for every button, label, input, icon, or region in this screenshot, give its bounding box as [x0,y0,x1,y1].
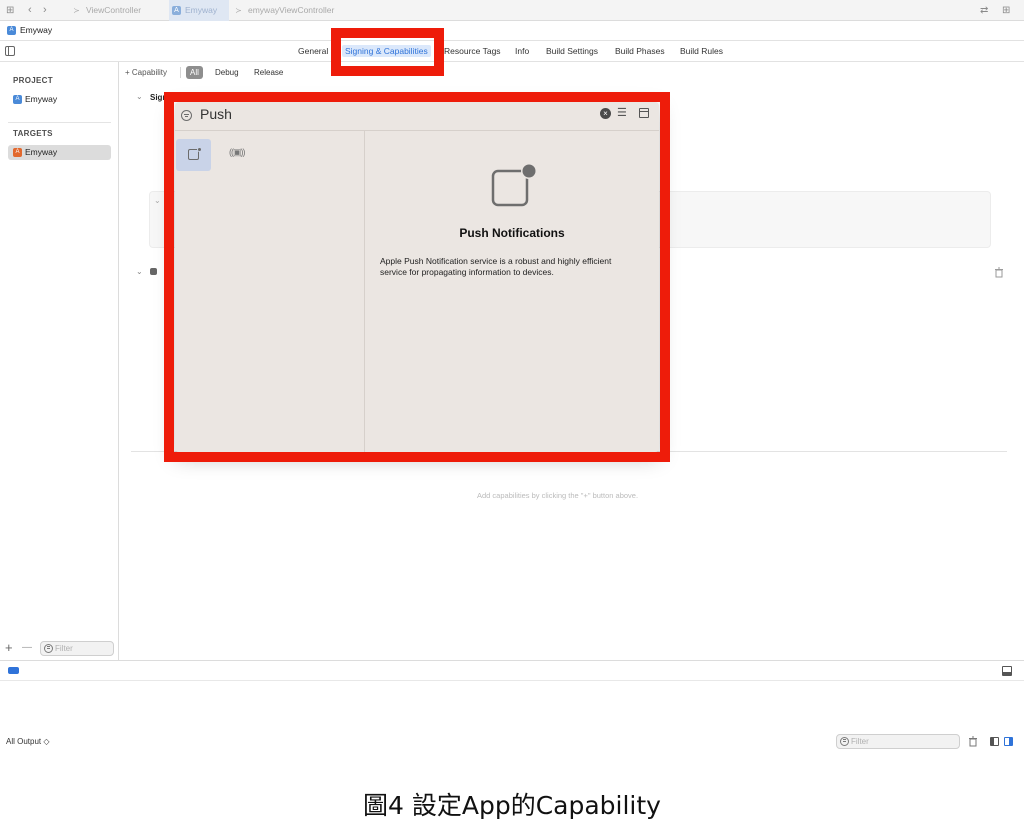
forward-arrow-icon[interactable]: › [43,4,47,17]
config-release[interactable]: Release [250,66,287,79]
add-capability-button[interactable]: + Capability [125,68,167,77]
remove-target-button[interactable]: — [22,641,32,655]
swift-file-icon: ≻ [73,6,80,15]
capability-toolbar: + Capability All Debug Release [119,62,1024,83]
filter-icon [840,737,849,746]
grid-icon[interactable]: ⊞ [6,4,14,17]
window-tab-bar: ⊞ ‹ › ≻ ViewController A Emyway ≻ emyway… [0,0,1024,21]
highlight-box-popup [164,92,670,462]
project-icon: A [13,95,22,104]
debug-indicator-icon[interactable] [8,667,19,674]
trash-icon[interactable] [968,736,978,747]
targets-heading: TARGETS [13,129,53,138]
editor-tabs: General Signing & Capabilities Resource … [0,41,1024,62]
window-tab-emyway[interactable]: A Emyway [169,0,229,21]
swap-arrows-icon[interactable]: ⇄ [980,4,988,17]
window-tab-emywayviewcontroller[interactable]: ≻ emywayViewController [234,0,364,21]
project-icon: A [7,26,16,35]
config-debug[interactable]: Debug [211,66,243,79]
project-heading: PROJECT [13,76,53,85]
jump-bar: A Emyway [0,21,1024,41]
app-target-icon: A [13,148,22,157]
console-filter-input[interactable]: Filter [836,734,960,749]
tab-build-rules[interactable]: Build Rules [680,46,723,56]
xcode-window: ⊞ ‹ › ≻ ViewController A Emyway ≻ emyway… [0,0,1024,756]
trash-icon[interactable] [994,267,1004,278]
swift-file-icon: ≻ [235,6,242,15]
disclosure-chevron-icon[interactable]: ⌄ [154,196,161,205]
tab-build-settings[interactable]: Build Settings [546,46,598,56]
config-all[interactable]: All [186,66,203,79]
disclosure-chevron-icon[interactable]: ⌄ [136,267,143,276]
figure-caption: 圖4 設定App的Capability [363,791,661,820]
filter-icon [44,644,53,653]
project-icon: A [172,6,181,15]
capability-icon [150,268,157,275]
disclosure-chevron-icon[interactable]: ⌄ [136,92,143,101]
tab-general[interactable]: General [298,46,328,56]
tab-info[interactable]: Info [515,46,529,56]
hide-debug-area-icon[interactable] [1002,666,1012,676]
divider [8,122,111,123]
divider [180,67,181,78]
output-selector[interactable]: All Output ◇ [6,737,50,746]
variables-view-icon[interactable] [990,737,999,746]
sidebar-item-target[interactable]: A Emyway [8,145,111,160]
project-sidebar: PROJECT A Emyway TARGETS A Emyway + — Fi… [0,62,119,660]
debug-bar [0,660,1024,681]
path-project[interactable]: Emyway [20,25,52,35]
tab-resource-tags[interactable]: Resource Tags [444,46,501,56]
tab-build-phases[interactable]: Build Phases [615,46,665,56]
console-view-icon[interactable] [1004,737,1013,746]
add-target-button[interactable]: + [5,641,13,655]
back-arrow-icon[interactable]: ‹ [28,4,32,17]
add-editor-icon[interactable]: ⊞ [1002,4,1010,17]
sidebar-toggle-icon[interactable] [5,46,15,56]
highlight-box-tab [331,28,444,76]
sidebar-filter-input[interactable]: Filter [40,641,114,656]
window-tab-viewcontroller[interactable]: ≻ ViewController [72,0,162,21]
empty-capabilities-hint: Add capabilities by clicking the "+" but… [477,491,639,500]
sidebar-item-project[interactable]: A Emyway [8,92,111,107]
